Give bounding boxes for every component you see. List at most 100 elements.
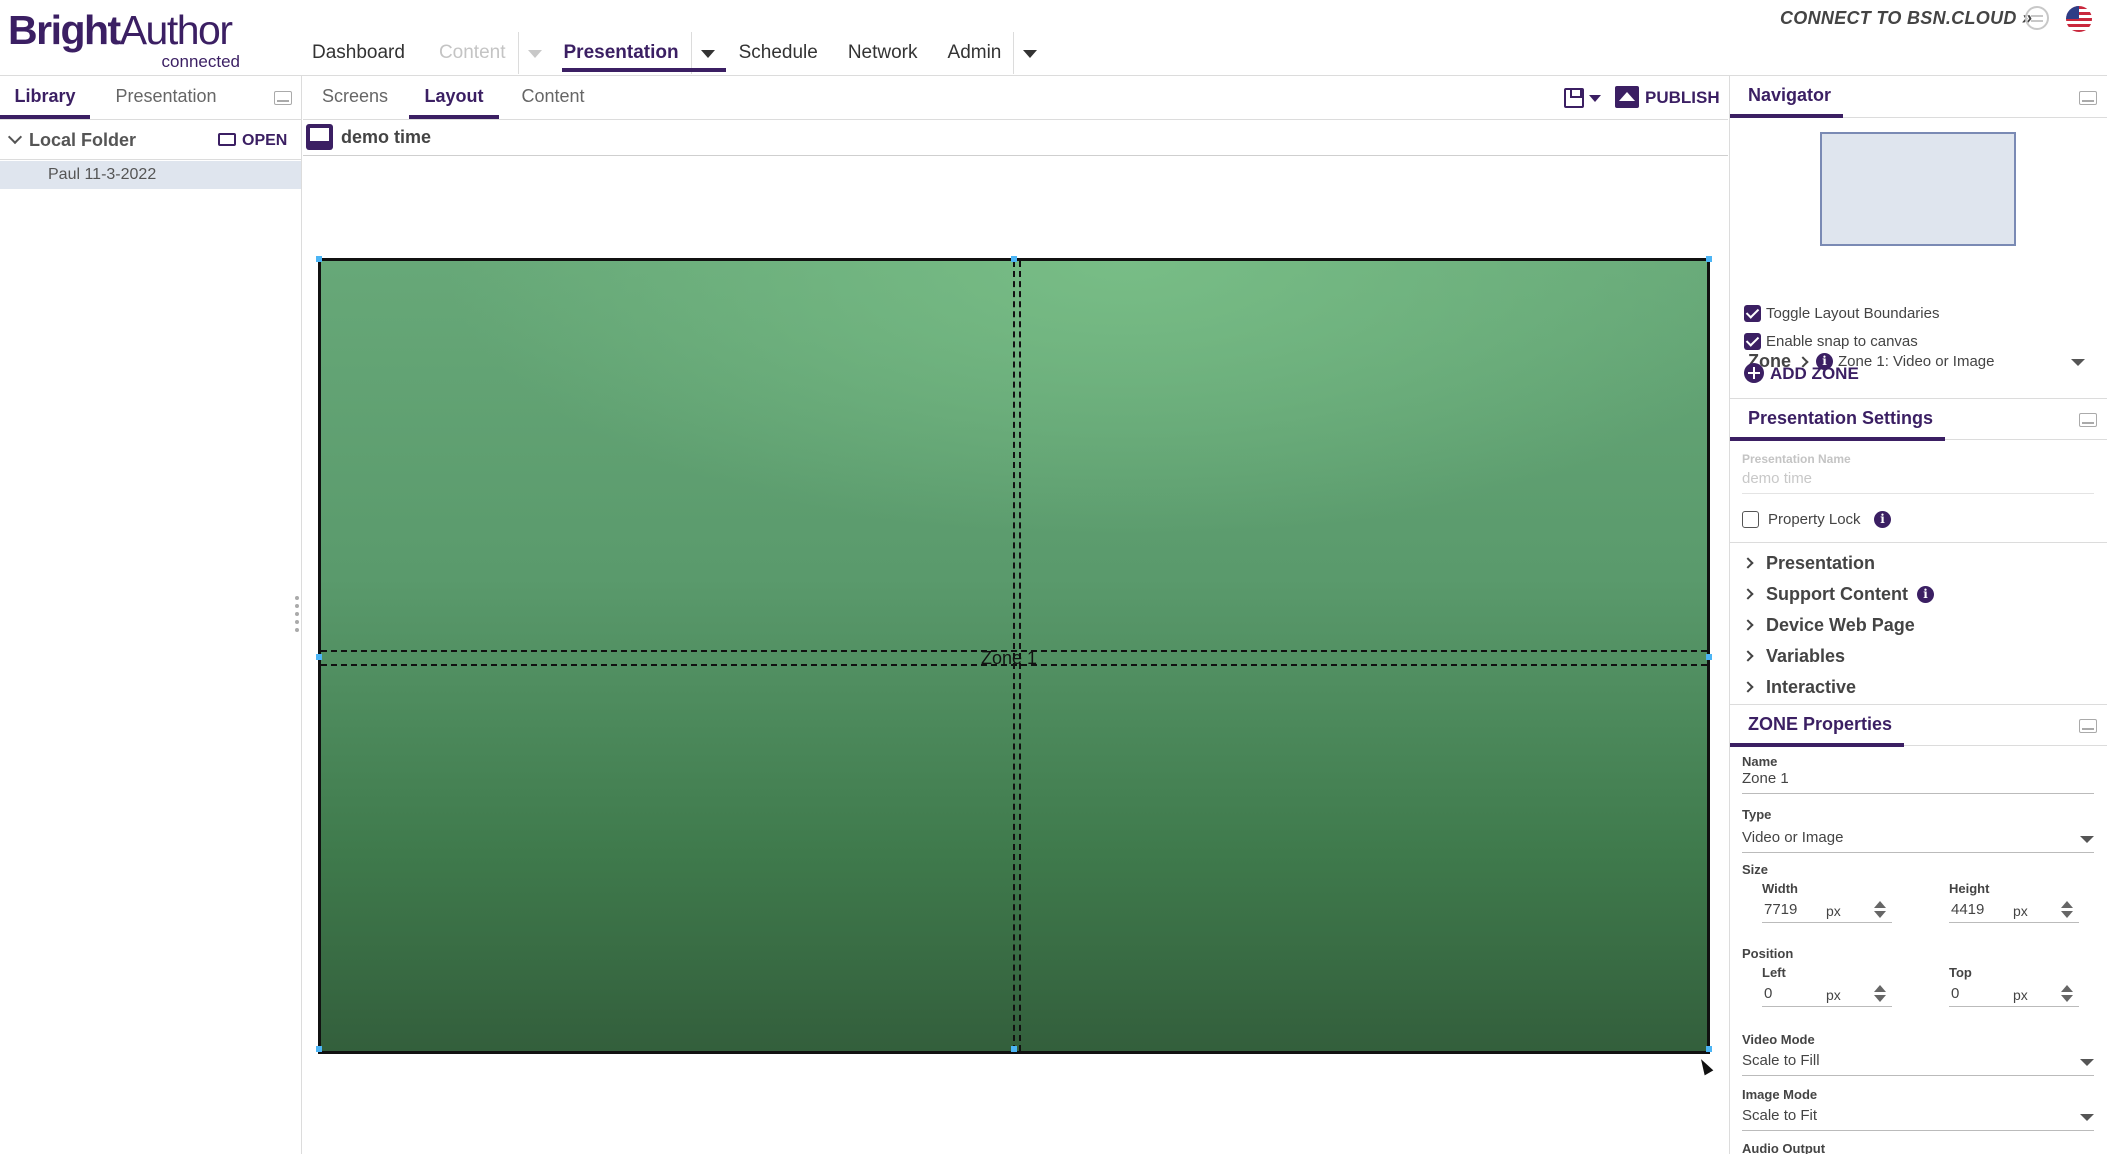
presentation-settings-header: Presentation Settings (1730, 398, 2107, 441)
chevron-right-icon (1742, 681, 1754, 693)
navigator-title[interactable]: Navigator (1730, 76, 1844, 118)
accordion-interactive[interactable]: Interactive (1730, 674, 2107, 700)
toggle-boundaries-checkbox[interactable] (1744, 305, 1761, 322)
resize-handle-top[interactable] (1011, 256, 1017, 262)
property-lock-checkbox[interactable] (1742, 511, 1759, 528)
zone-top-input[interactable]: 0 px (1949, 983, 2079, 1007)
connect-bsn-cloud-link[interactable]: CONNECT TO BSN.CLOUD » (1780, 8, 2032, 29)
accordion-presentation-label: Presentation (1766, 553, 1876, 573)
navigator-header: Navigator (1730, 76, 2107, 118)
video-mode-select[interactable]: Scale to Fill (1742, 1052, 2094, 1076)
chevron-right-icon (1742, 619, 1754, 631)
add-zone-label: ADD ZONE (1770, 364, 1859, 383)
navigator-thumbnail[interactable] (1820, 132, 2016, 246)
collapse-panel-icon[interactable] (2079, 413, 2097, 427)
resize-handle-bottom-left[interactable] (316, 1046, 322, 1052)
info-icon[interactable]: i (1917, 586, 1934, 603)
save-dropdown-icon[interactable] (1589, 95, 1601, 102)
tab-layout[interactable]: Layout (409, 76, 499, 119)
left-stepper-icon[interactable] (1874, 985, 1886, 1003)
snap-canvas-row[interactable]: Enable snap to canvas (1730, 332, 2107, 354)
resize-handle-top-left[interactable] (316, 256, 322, 262)
height-stepper-icon[interactable] (2061, 901, 2073, 919)
logo-author: Author (119, 7, 233, 53)
accordion-device-web-page[interactable]: Device Web Page (1730, 612, 2107, 638)
accordion-variables[interactable]: Variables (1730, 643, 2107, 669)
resize-handle-top-right[interactable] (1706, 256, 1712, 262)
chevron-right-icon (1742, 650, 1754, 662)
resize-handle-bottom[interactable] (1011, 1046, 1017, 1052)
presentation-name-bar: demo time (303, 120, 1728, 156)
resize-handle-right[interactable] (1706, 654, 1712, 660)
save-icon[interactable] (1564, 88, 1584, 108)
brightauthor-logo[interactable]: BrightAuthor connected (8, 8, 248, 71)
publish-icon[interactable] (1615, 86, 1639, 108)
nav-content-dropdown[interactable] (517, 32, 548, 74)
zone-name-input[interactable]: Zone 1 (1742, 770, 2094, 794)
publish-button[interactable]: PUBLISH (1645, 88, 1720, 108)
folder-open-icon (218, 133, 236, 146)
chevron-down-icon (2080, 1114, 2094, 1121)
zone-type-value: Video or Image (1742, 829, 1844, 846)
width-stepper-icon[interactable] (1874, 901, 1886, 919)
logo-wordmark: BrightAuthor (8, 8, 248, 52)
nav-admin[interactable]: Admin (936, 32, 1014, 74)
zone-label: Zone 1 (981, 648, 1038, 668)
info-icon[interactable]: i (1874, 511, 1891, 528)
video-mode-value: Scale to Fill (1742, 1052, 1820, 1069)
collapse-panel-icon[interactable] (2079, 719, 2097, 733)
video-mode-label: Video Mode (1742, 1032, 1815, 1047)
toggle-boundaries-label: Toggle Layout Boundaries (1766, 305, 1940, 322)
panel-resize-handle[interactable] (294, 596, 300, 636)
nav-schedule[interactable]: Schedule (727, 32, 830, 74)
tab-presentation[interactable]: Presentation (100, 76, 232, 119)
top-stepper-icon[interactable] (2061, 985, 2073, 1003)
nav-network[interactable]: Network (836, 32, 930, 74)
accordion-presentation[interactable]: Presentation (1730, 550, 2107, 576)
collapse-panel-icon[interactable] (274, 91, 292, 105)
zone-width-input[interactable]: 7719 px (1762, 899, 1892, 923)
image-mode-select[interactable]: Scale to Fit (1742, 1107, 2094, 1131)
tab-content[interactable]: Content (503, 76, 603, 119)
chevron-down-icon (2080, 1059, 2094, 1066)
chevron-down-icon (2080, 836, 2094, 843)
zone-height-input[interactable]: 4419 px (1949, 899, 2079, 923)
presentation-name-field[interactable]: demo time (1742, 470, 2094, 494)
app-header: BrightAuthor connected Dashboard Content… (0, 0, 2107, 76)
accordion-interactive-label: Interactive (1766, 677, 1857, 697)
tab-library[interactable]: Library (0, 76, 90, 119)
resize-handle-bottom-right[interactable] (1706, 1046, 1712, 1052)
resize-handle-left[interactable] (316, 654, 322, 660)
chevron-down-icon (7, 129, 23, 145)
top-navigation: Dashboard Content Presentation Schedule … (300, 32, 1043, 74)
nav-active-indicator (562, 68, 726, 72)
accordion-device-web-page-label: Device Web Page (1766, 615, 1915, 635)
zone-name-label: Name (1742, 754, 1778, 769)
tab-screens[interactable]: Screens (305, 76, 405, 119)
toggle-boundaries-row[interactable]: Toggle Layout Boundaries (1730, 304, 2107, 326)
us-flag-icon[interactable] (2066, 6, 2092, 32)
list-item[interactable]: Paul 11-3-2022 (0, 161, 301, 189)
sync-icon[interactable] (2025, 6, 2049, 30)
nav-content[interactable]: Content (427, 32, 518, 74)
accordion-support-content[interactable]: Support Content i (1730, 581, 2107, 607)
layout-canvas[interactable]: Zone 1 (316, 256, 1712, 1054)
chevron-down-icon (700, 50, 715, 58)
zone-top-value: 0 (1951, 985, 1960, 1002)
property-lock-row[interactable]: Property Lock i (1730, 509, 2107, 531)
zone-properties-title[interactable]: ZONE Properties (1730, 705, 1905, 747)
add-zone-button[interactable]: ADD ZONE (1730, 360, 2107, 386)
collapse-panel-icon[interactable] (2079, 91, 2097, 105)
zone-size-label: Size (1742, 862, 1769, 877)
plus-circle-icon (1744, 363, 1764, 383)
snap-canvas-checkbox[interactable] (1744, 333, 1761, 350)
local-folder-header[interactable]: Local Folder OPEN (0, 120, 301, 160)
nav-admin-dropdown[interactable] (1013, 32, 1043, 74)
center-tabs: Screens Layout Content PUBLISH (303, 76, 1728, 120)
accordion-variables-label: Variables (1766, 646, 1846, 666)
nav-dashboard[interactable]: Dashboard (300, 32, 417, 74)
open-folder-button[interactable]: OPEN (242, 132, 287, 150)
presentation-settings-title[interactable]: Presentation Settings (1730, 399, 1946, 441)
zone-type-select[interactable]: Video or Image (1742, 829, 2094, 853)
zone-left-input[interactable]: 0 px (1762, 983, 1892, 1007)
